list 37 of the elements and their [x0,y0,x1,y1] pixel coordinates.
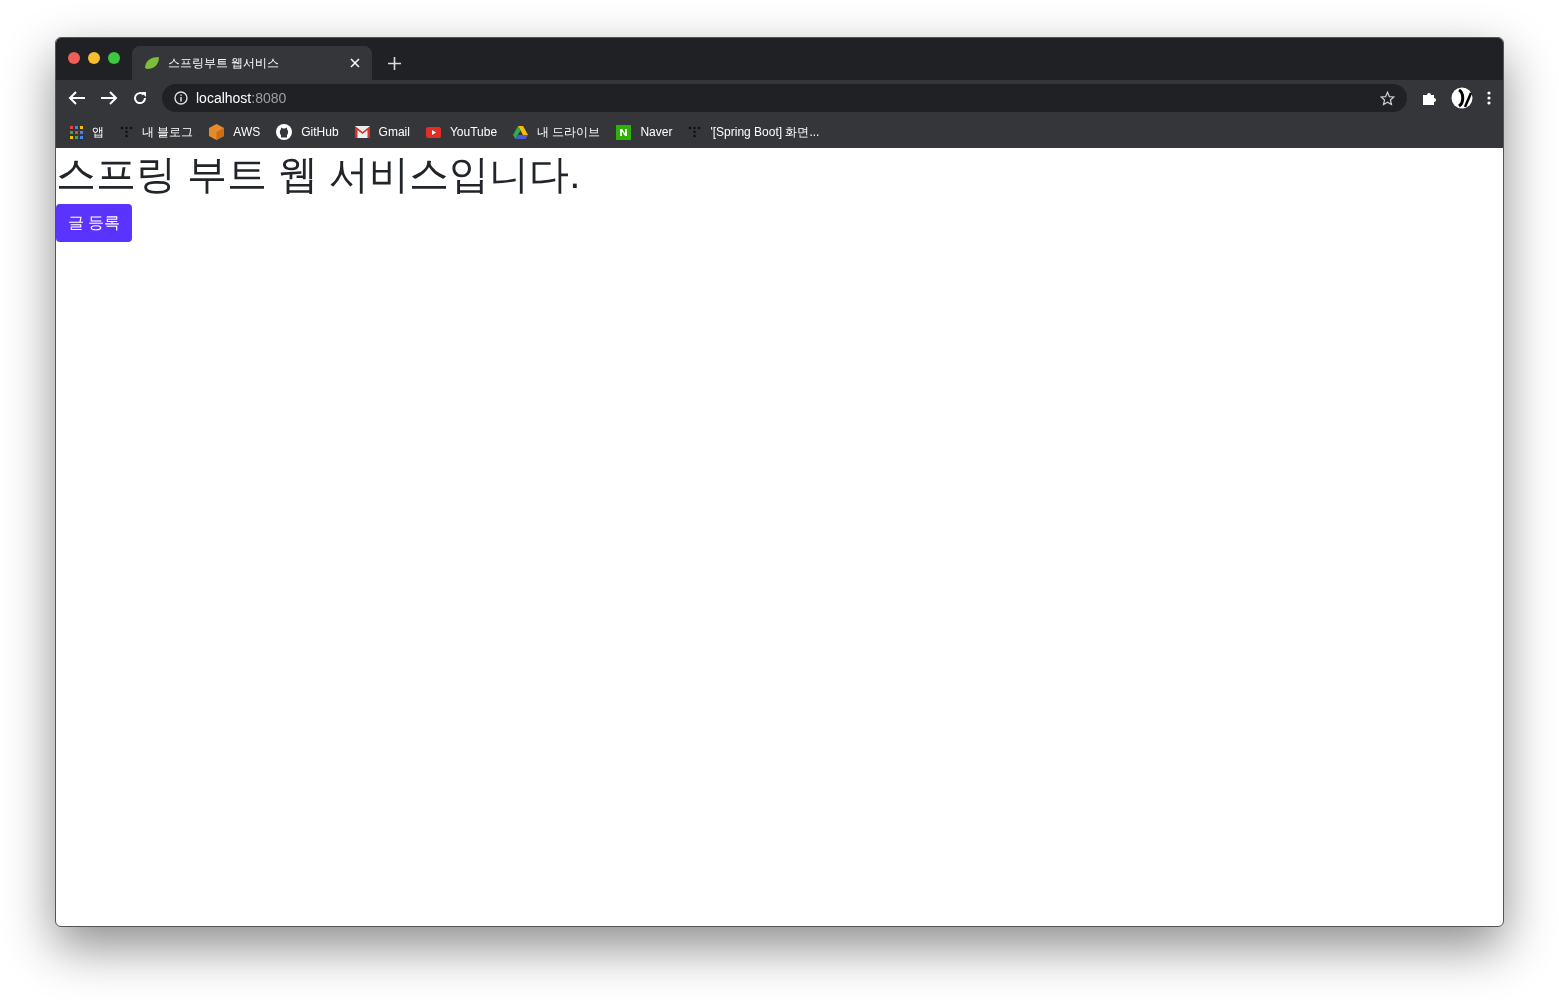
url-text: localhost:8080 [196,88,288,108]
bookmark-link[interactable]: 앱 [70,120,104,144]
letter-n-icon [616,124,632,140]
cube-icon [209,124,225,140]
bookmark-link[interactable]: 내 블로그 [120,120,194,144]
address-bar[interactable]: localhost:8080 [162,84,1407,112]
new-tab-icon[interactable] [388,57,401,70]
reload-icon[interactable] [132,90,148,106]
puzzle-icon[interactable] [1421,90,1437,106]
info-icon [174,91,188,105]
minimize-window-button[interactable] [88,52,100,64]
forward-icon[interactable] [100,90,118,106]
bookmark-link[interactable]: '[Spring Boot] 화면... [688,120,820,144]
leaf-icon [144,56,160,70]
bookmark-link[interactable]: Gmail [354,120,410,144]
page-heading: 스프링 부트 웹 서비스입니다. [56,151,581,198]
maximize-window-button[interactable] [108,52,120,64]
back-icon[interactable] [68,90,86,106]
close-window-button[interactable] [68,52,80,64]
bookmark-link[interactable]: YouTube [425,120,498,144]
bookmark-link[interactable]: AWS [209,120,261,144]
play-icon [425,126,441,138]
dots-icon [688,126,702,138]
triangle-icon [513,125,529,139]
register-post-button[interactable]: 글 등록 [56,204,133,242]
profile-avatar-icon[interactable] [1451,87,1473,109]
envelope-icon [354,126,370,138]
bookmark-link[interactable]: GitHub [276,120,339,144]
bookmark-link[interactable]: 내 드라이브 [513,120,601,144]
grid-icon [70,125,83,139]
bookmark-link[interactable]: Naver [616,120,673,144]
close-tab-icon[interactable] [350,58,360,68]
tab-title: 스프링부트 웹서비스 [168,55,281,72]
star-icon[interactable] [1380,90,1395,106]
menu-icon[interactable] [1487,91,1491,105]
dots-icon [120,126,133,138]
browser-tab[interactable]: 스프링부트 웹서비스 [132,46,372,80]
